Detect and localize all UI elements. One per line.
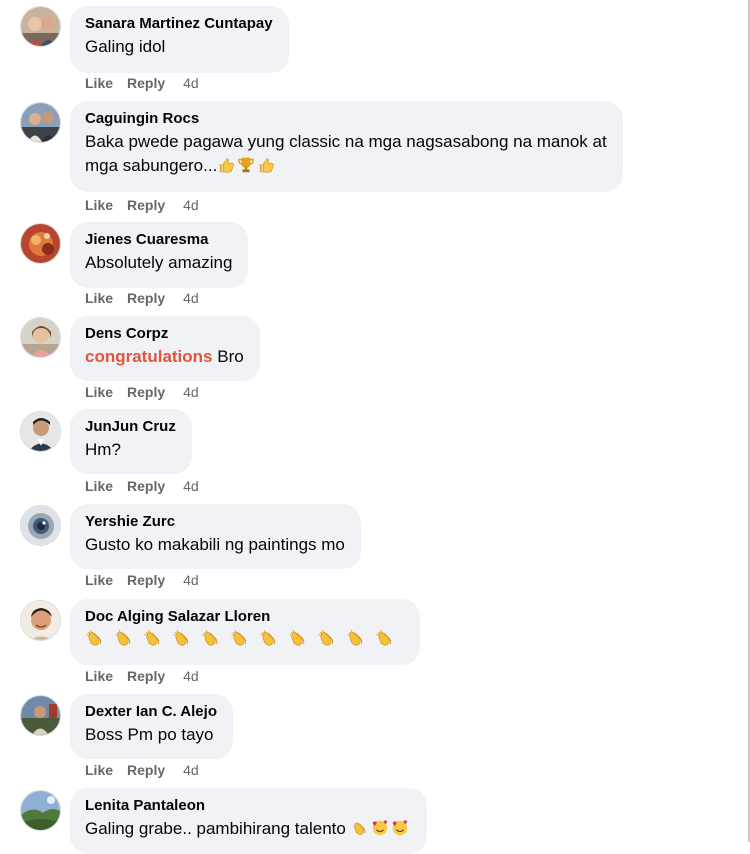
comment-bubble: Dens Corpz congratulations Bro bbox=[70, 316, 260, 381]
like-button[interactable]: Like bbox=[85, 478, 113, 494]
comment-bubble: Lenita Pantaleon Galing grabe.. pambihir… bbox=[70, 788, 427, 854]
clapping-hands-icon bbox=[114, 628, 134, 648]
avatar[interactable] bbox=[20, 790, 61, 831]
like-button[interactable]: Like bbox=[85, 668, 113, 684]
comment-actions: Like Reply 4d bbox=[85, 572, 213, 588]
comment-timestamp[interactable]: 4d bbox=[183, 75, 199, 91]
clapping-hands-icon bbox=[85, 628, 105, 648]
comment-timestamp[interactable]: 4d bbox=[183, 197, 199, 213]
comment-author[interactable]: Dexter Ian C. Alejo bbox=[85, 702, 217, 721]
clapping-hands-icon bbox=[288, 628, 308, 648]
clapping-hands-icon bbox=[375, 628, 395, 648]
avatar[interactable] bbox=[20, 695, 61, 736]
highlighted-word[interactable]: congratulations bbox=[85, 347, 213, 366]
comment-text bbox=[85, 628, 404, 652]
avatar[interactable] bbox=[20, 600, 61, 641]
comment-text: Galing idol bbox=[85, 37, 166, 56]
reply-button[interactable]: Reply bbox=[127, 197, 165, 213]
reply-button[interactable]: Reply bbox=[127, 75, 165, 91]
comment-text: Hm? bbox=[85, 440, 121, 459]
like-button[interactable]: Like bbox=[85, 572, 113, 588]
comment-author[interactable]: JunJun Cruz bbox=[85, 417, 176, 436]
comment-text-body: Galing grabe.. pambihirang talento bbox=[85, 819, 346, 838]
reply-button[interactable]: Reply bbox=[127, 762, 165, 778]
clapping-hands-icon bbox=[143, 628, 163, 648]
comment-bubble: Sanara Martinez Cuntapay Galing idol bbox=[70, 6, 289, 73]
comment-text: congratulations Bro bbox=[85, 345, 244, 369]
comment-author[interactable]: Sanara Martinez Cuntapay bbox=[85, 14, 273, 33]
clapping-hands-icon bbox=[201, 628, 221, 648]
comment-timestamp[interactable]: 4d bbox=[183, 572, 199, 588]
comment-text: Galing grabe.. pambihirang talento bbox=[85, 817, 411, 841]
comment-bubble: Dexter Ian C. Alejo Boss Pm po tayo bbox=[70, 694, 233, 759]
comment-bubble: JunJun Cruz Hm? bbox=[70, 409, 192, 474]
like-button[interactable]: Like bbox=[85, 762, 113, 778]
reply-button[interactable]: Reply bbox=[127, 572, 165, 588]
reply-button[interactable]: Reply bbox=[127, 668, 165, 684]
like-button[interactable]: Like bbox=[85, 197, 113, 213]
comment-bubble: Yershie Zurc Gusto ko makabili ng painti… bbox=[70, 504, 361, 569]
comment-author[interactable]: Doc Alging Salazar Lloren bbox=[85, 607, 404, 626]
reply-button[interactable]: Reply bbox=[127, 290, 165, 306]
comment-actions: Like Reply 4d bbox=[85, 290, 213, 306]
comment-bubble: Jienes Cuaresma Absolutely amazing bbox=[70, 222, 249, 288]
reply-button[interactable]: Reply bbox=[127, 478, 165, 494]
clapping-hands-icon bbox=[346, 628, 366, 648]
comment-actions: Like Reply 4d bbox=[85, 197, 213, 213]
comment-actions: Like Reply 4d bbox=[85, 668, 213, 684]
comment-text: Absolutely amazing bbox=[85, 253, 233, 272]
thumbs-up-icon bbox=[257, 156, 275, 174]
comment-text: Gusto ko makabili ng paintings mo bbox=[85, 535, 345, 554]
avatar[interactable] bbox=[20, 6, 61, 47]
smiling-face-with-hearts-icon bbox=[371, 819, 389, 837]
clapping-hands-icon bbox=[172, 628, 192, 648]
avatar[interactable] bbox=[20, 223, 61, 264]
comment-timestamp[interactable]: 4d bbox=[183, 290, 199, 306]
thumbs-up-icon bbox=[217, 156, 235, 174]
comment-actions: Like Reply 4d bbox=[85, 478, 213, 494]
like-button[interactable]: Like bbox=[85, 290, 113, 306]
comment-text-line-1: Baka pwede pagawa yung classic na mga na… bbox=[85, 132, 607, 151]
comment-text: Baka pwede pagawa yung classic na mga na… bbox=[85, 130, 607, 178]
reply-button[interactable]: Reply bbox=[127, 384, 165, 400]
comment-timestamp[interactable]: 4d bbox=[183, 384, 199, 400]
comment-author[interactable]: Jienes Cuaresma bbox=[85, 230, 232, 249]
avatar[interactable] bbox=[20, 102, 61, 143]
comment-author[interactable]: Yershie Zurc bbox=[85, 512, 345, 531]
avatar[interactable] bbox=[20, 411, 61, 452]
clapping-hands-icon bbox=[259, 628, 279, 648]
avatar[interactable] bbox=[20, 505, 61, 546]
comment-author[interactable]: Lenita Pantaleon bbox=[85, 796, 411, 815]
avatar[interactable] bbox=[20, 317, 61, 358]
trophy-icon bbox=[237, 156, 255, 174]
comment-timestamp[interactable]: 4d bbox=[183, 478, 199, 494]
comment-timestamp[interactable]: 4d bbox=[183, 762, 199, 778]
comment-text: Boss Pm po tayo bbox=[85, 725, 214, 744]
like-button[interactable]: Like bbox=[85, 384, 113, 400]
clapping-hands-icon bbox=[317, 628, 337, 648]
comment-author[interactable]: Dens Corpz bbox=[85, 324, 244, 343]
clapping-hands-icon bbox=[230, 628, 250, 648]
comment-text-tail: Bro bbox=[217, 347, 244, 366]
comment-timestamp[interactable]: 4d bbox=[183, 668, 199, 684]
comment-author[interactable]: Caguingin Rocs bbox=[85, 109, 607, 128]
comment-actions: Like Reply 4d bbox=[85, 75, 213, 91]
like-button[interactable]: Like bbox=[85, 75, 113, 91]
comment-actions: Like Reply 4d bbox=[85, 762, 213, 778]
comment-actions: Like Reply 4d bbox=[85, 384, 213, 400]
comment-bubble: Caguingin Rocs Baka pwede pagawa yung cl… bbox=[70, 101, 623, 192]
comment-bubble: Doc Alging Salazar Lloren bbox=[70, 599, 420, 665]
clapping-hands-icon bbox=[351, 819, 369, 837]
comment-text-line-2: mga sabungero... bbox=[85, 156, 218, 175]
smiling-face-with-hearts-icon bbox=[391, 819, 409, 837]
